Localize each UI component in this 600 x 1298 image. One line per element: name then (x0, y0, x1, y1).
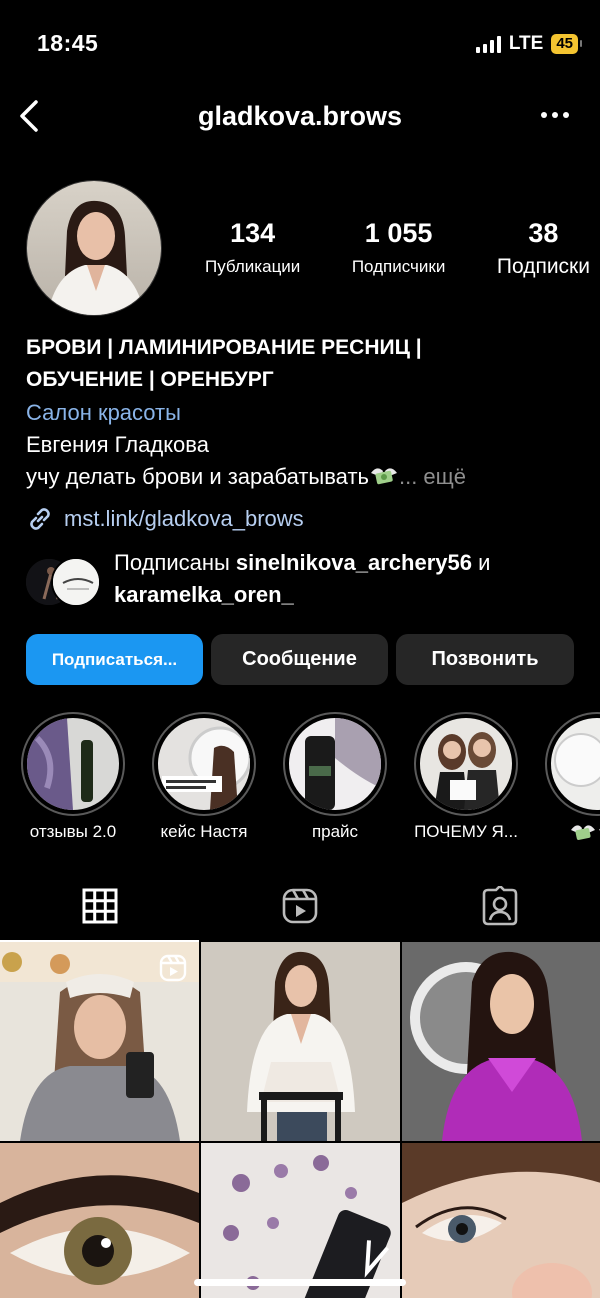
following-label: Подписки (496, 255, 590, 278)
bio-link[interactable]: mst.link/gladkova_brows (26, 503, 586, 535)
bio-category[interactable]: Салон красоты (26, 397, 586, 429)
highlight-caption: кейс Настя (160, 822, 248, 841)
status-indicators: LTE 45 (475, 33, 582, 55)
tab-tagged[interactable] (480, 884, 520, 926)
followers-label: Подписчики (351, 257, 446, 276)
reels-icon (282, 888, 318, 924)
more-options-button[interactable] (540, 100, 570, 130)
bio-link-text: mst.link/gladkova_brows (64, 506, 304, 531)
story-highlights: отзывы 2.0 кейс Настя прайс ПОЧЕМУ Я... (0, 712, 600, 852)
bio-title-line2: ОБУЧЕНИЕ | ОРЕНБУРГ (26, 368, 274, 391)
tagged-icon (482, 884, 518, 926)
highlight-item[interactable]: кейс Настя (144, 712, 264, 842)
profile-bio: БРОВИ | ЛАМИНИРОВАНИЕ РЕСНИЦ | ОБУЧЕНИЕ … (26, 332, 586, 535)
bio-title-line1: БРОВИ | ЛАМИНИРОВАНИЕ РЕСНИЦ | (26, 336, 422, 359)
signal-icon (475, 35, 501, 53)
battery-icon: 45 (551, 34, 582, 54)
profile-header: gladkova.brows (0, 86, 600, 146)
highlight-cover (152, 712, 256, 816)
followed-by-prefix: Подписаны (114, 550, 236, 575)
highlight-cover (414, 712, 518, 816)
post-thumbnail[interactable] (201, 942, 400, 1141)
stat-following[interactable]: 38 Подписки (497, 218, 590, 279)
profile-tabs (0, 874, 600, 942)
tab-posts-grid[interactable] (80, 886, 120, 926)
reel-badge-icon (159, 954, 187, 982)
followed-by-joiner: и (471, 550, 491, 575)
post-thumbnail[interactable] (201, 1143, 400, 1298)
tab-reels[interactable] (280, 886, 320, 926)
money-wings-icon (370, 468, 397, 485)
highlight-item[interactable]: ПОЧЕМУ Я... (406, 712, 526, 842)
profile-username: gladkova.brows (197, 101, 403, 131)
bio-more-link[interactable]: ... ещё (399, 464, 466, 489)
highlight-caption: отзывы 2.0 (29, 822, 117, 841)
status-time: 18:45 (37, 30, 99, 56)
highlight-cover (283, 712, 387, 816)
message-button[interactable]: Сообщение (211, 634, 388, 685)
bio-full-name: Евгения Гладкова (26, 432, 209, 457)
follower-avatar (51, 557, 101, 607)
post-thumbnail[interactable] (402, 942, 600, 1141)
followed-by-user1[interactable]: sinelnikova_archery56 (236, 550, 472, 575)
highlight-item[interactable] (537, 712, 600, 847)
more-dots-icon (541, 112, 569, 118)
link-icon (30, 508, 50, 530)
highlight-item[interactable]: отзывы 2.0 (13, 712, 133, 842)
posts-label: Публикации (205, 257, 301, 276)
highlight-cover (21, 712, 125, 816)
followed-by[interactable]: Подписаны sinelnikova_archery56 и karamel… (24, 547, 584, 617)
post-thumbnail[interactable] (0, 942, 199, 1141)
network-label: LTE (508, 33, 544, 54)
highlight-caption: прайс (311, 822, 359, 841)
bio-text: учу делать брови и зарабатывать (26, 464, 369, 489)
status-bar: 18:45 LTE 45 (0, 0, 600, 84)
stat-followers[interactable]: 1 055 Подписчики (352, 218, 446, 279)
followed-by-user2[interactable]: karamelka_oren_ (114, 582, 294, 607)
post-thumbnail[interactable] (0, 1143, 199, 1298)
highlight-caption: ПОЧЕМУ Я... (414, 822, 518, 841)
grid-icon (82, 888, 118, 924)
call-button[interactable]: Позвонить (396, 634, 574, 685)
highlight-cover (545, 712, 600, 816)
profile-stats: 134 Публикации 1 055 Подписчики 38 Подпи… (205, 218, 590, 279)
posts-count: 134 (230, 218, 276, 248)
home-indicator[interactable] (194, 1279, 406, 1286)
stat-posts[interactable]: 134 Публикации (205, 218, 300, 279)
posts-grid (0, 942, 600, 1298)
followed-by-text: Подписаны sinelnikova_archery56 и karamel… (114, 547, 584, 611)
profile-avatar[interactable] (26, 180, 162, 316)
post-thumbnail[interactable] (402, 1143, 600, 1298)
follow-button[interactable]: Подписаться... (26, 634, 203, 685)
following-count: 38 (528, 218, 559, 248)
bio-text-line: учу делать брови и зарабатывать ... ещё (26, 461, 586, 493)
followers-count: 1 055 (364, 218, 433, 248)
highlight-caption (537, 822, 600, 847)
highlight-item[interactable]: прайс (275, 712, 395, 842)
money-wings-icon (571, 825, 600, 840)
profile-actions: Подписаться... Сообщение Позвонить (26, 634, 574, 685)
